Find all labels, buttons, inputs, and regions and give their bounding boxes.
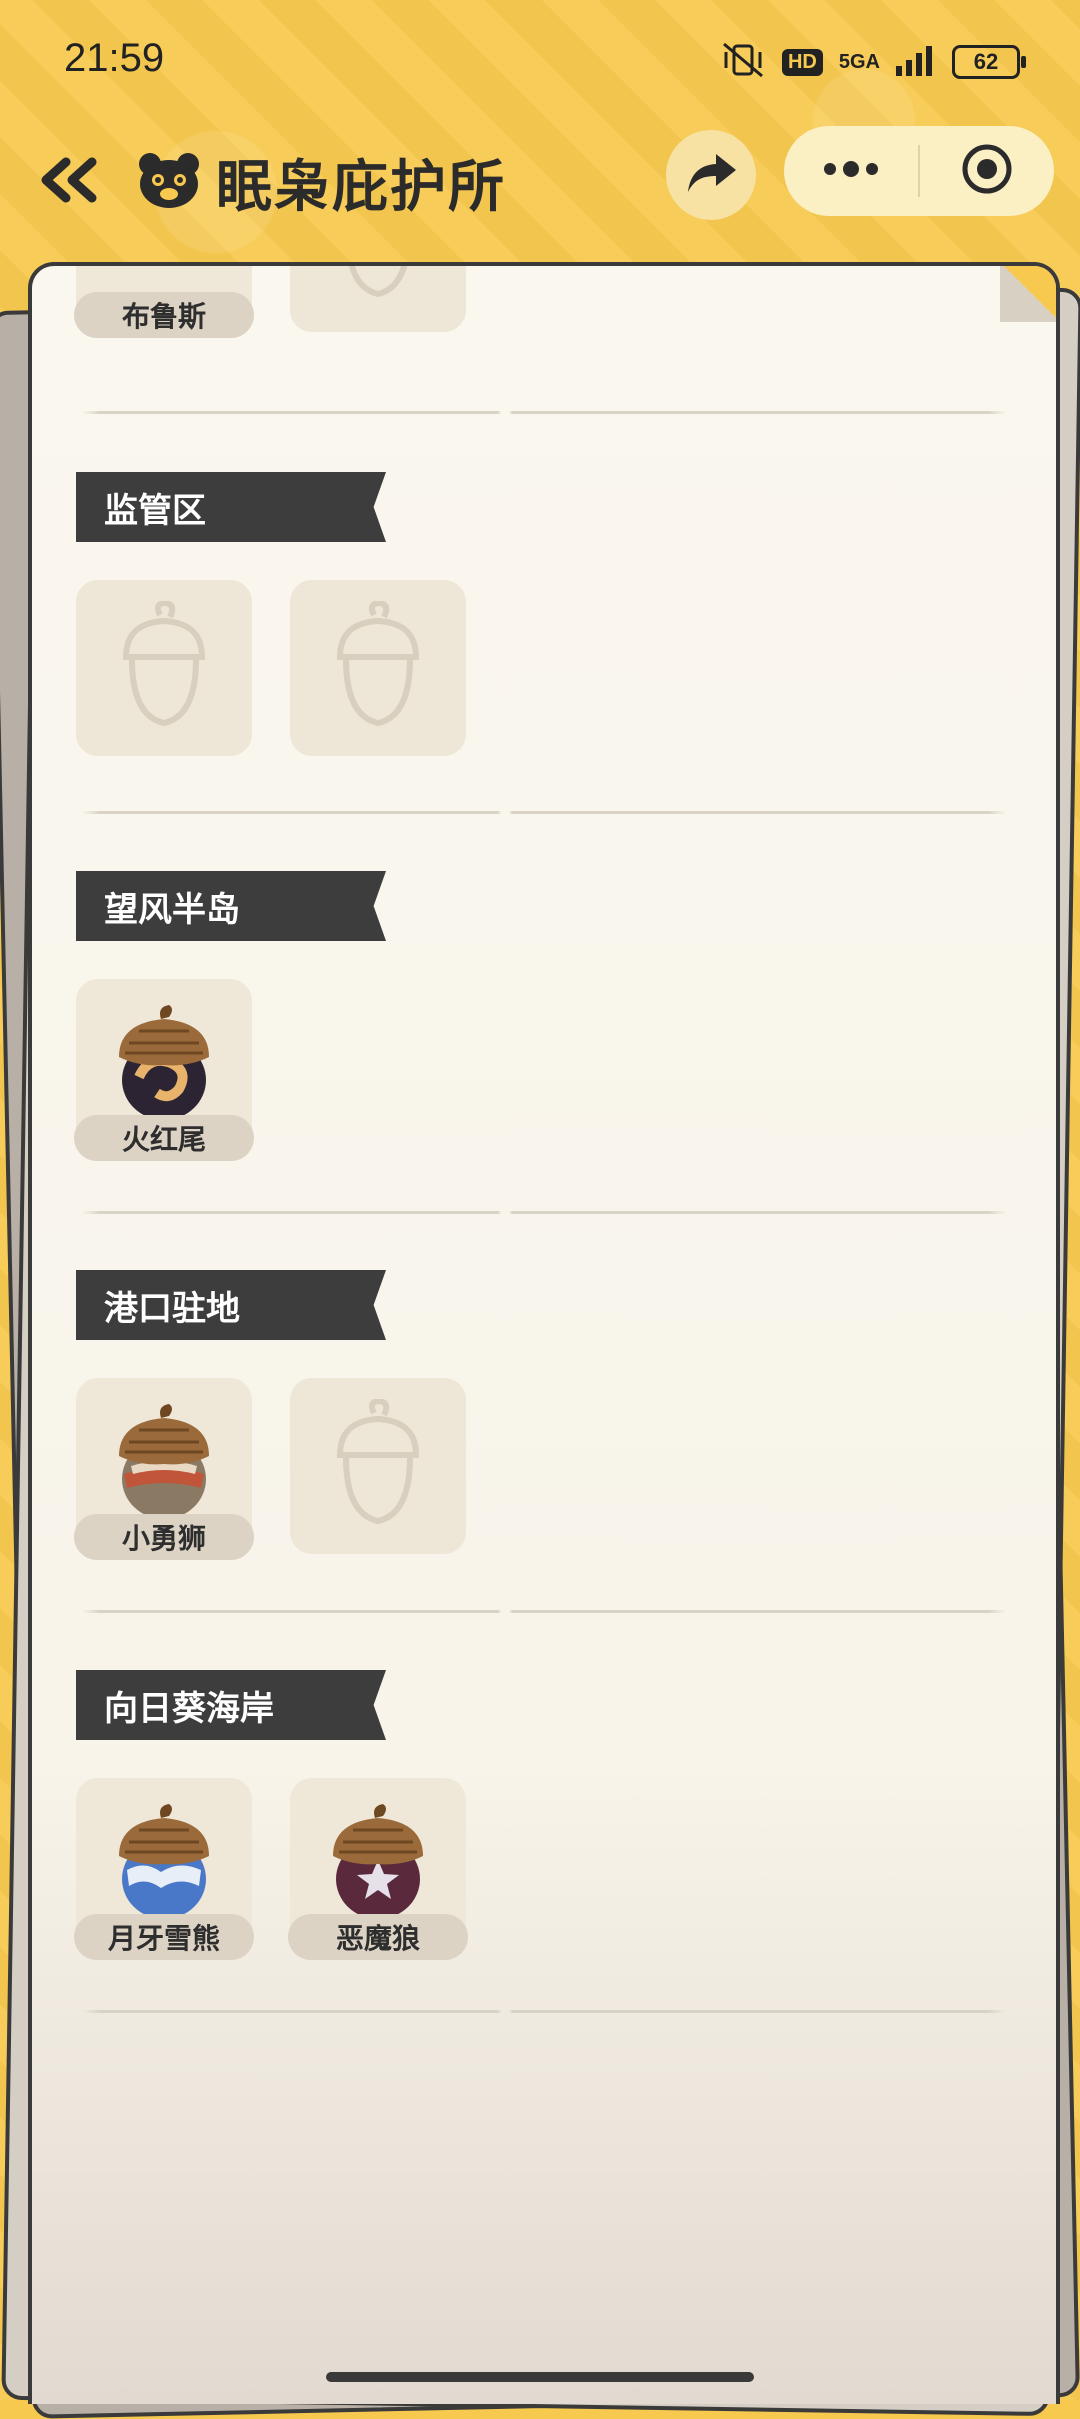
collection-slot-empty[interactable] [76,580,252,756]
home-indicator[interactable] [326,2372,754,2382]
back-double-chevron-icon [36,156,100,208]
battery-indicator: 62 [952,45,1026,79]
slots-row: 月牙雪熊 恶魔狼 [74,1778,468,1960]
section-top-partial: 布鲁斯 [32,266,1056,376]
acorn-creature-icon [109,1005,219,1129]
vibrate-silent-icon [720,40,766,84]
status-bar: 21:59 HD 5GA 62 [0,0,1080,120]
more-dots-icon [822,161,880,181]
section-divider [82,411,1006,414]
collection-slot[interactable]: 恶魔狼 [288,1778,468,1960]
section-divider [82,811,1006,814]
slot-name: 布鲁斯 [74,292,254,338]
slot-name: 火红尾 [74,1115,254,1161]
collection-slot-empty[interactable] [290,1378,466,1554]
status-time: 21:59 [64,36,165,80]
slot-name: 恶魔狼 [288,1914,468,1960]
close-button[interactable] [920,126,1054,216]
section-label: 望风半岛 [76,871,386,941]
section-divider [82,1610,1006,1613]
header: 眠枭庇护所 [0,120,1080,260]
network-label: 5GA [838,51,880,73]
section-supervision-zone: 监管区 [32,472,1056,792]
hd-badge: HD [781,48,823,76]
slot-name: 月牙雪熊 [74,1914,254,1960]
section-label: 港口驻地 [76,1270,386,1340]
status-icons: HD 5GA 62 [720,38,1026,86]
acorn-creature-icon [109,1404,219,1528]
section-label: 向日葵海岸 [76,1670,386,1740]
section-sunflower-coast: 向日葵海岸 月牙雪熊 恶魔狼 [32,1670,1056,1990]
slot-name: 小勇狮 [74,1514,254,1560]
collection-slot[interactable]: 火红尾 [74,979,254,1161]
acorn-placeholder-icon [328,1397,428,1533]
collection-slot-empty[interactable] [290,580,466,756]
bear-logo-icon [136,150,202,214]
mini-program-capsule [784,126,1054,216]
collection-card[interactable]: 布鲁斯 监管区 望风半岛 火红尾 港口驻地 小勇狮 向日葵海岸 月牙雪熊 恶魔狼 [28,262,1060,2404]
collection-slot[interactable]: 布鲁斯 [74,266,254,338]
acorn-creature-icon [109,1804,219,1928]
slots-top: 布鲁斯 [74,266,466,338]
section-label: 监管区 [76,472,386,542]
section-harbor-station: 港口驻地 小勇狮 [32,1270,1056,1590]
battery-level: 62 [973,49,999,74]
section-divider [82,1211,1006,1214]
slots-row [76,580,466,756]
acorn-placeholder-icon [328,599,428,735]
share-arrow-icon [684,150,738,200]
acorn-creature-icon [323,1804,433,1928]
acorn-placeholder-icon [114,599,214,735]
collection-slot-empty[interactable] [290,266,466,332]
title-wrap: 眠枭庇护所 [136,136,506,228]
slots-row: 火红尾 [74,979,254,1161]
share-button[interactable] [666,130,756,220]
collection-slot[interactable]: 小勇狮 [74,1378,254,1560]
section-lookout-peninsula: 望风半岛 火红尾 [32,871,1056,1191]
back-button[interactable] [28,142,108,222]
acorn-placeholder-icon [328,266,428,306]
collection-slot[interactable]: 月牙雪熊 [74,1778,254,1960]
more-button[interactable] [784,126,918,216]
signal-icon [896,44,936,80]
page-title: 眠枭庇护所 [216,154,506,220]
slots-row: 小勇狮 [74,1378,466,1560]
target-close-icon [961,143,1013,199]
section-divider [82,2010,1006,2013]
